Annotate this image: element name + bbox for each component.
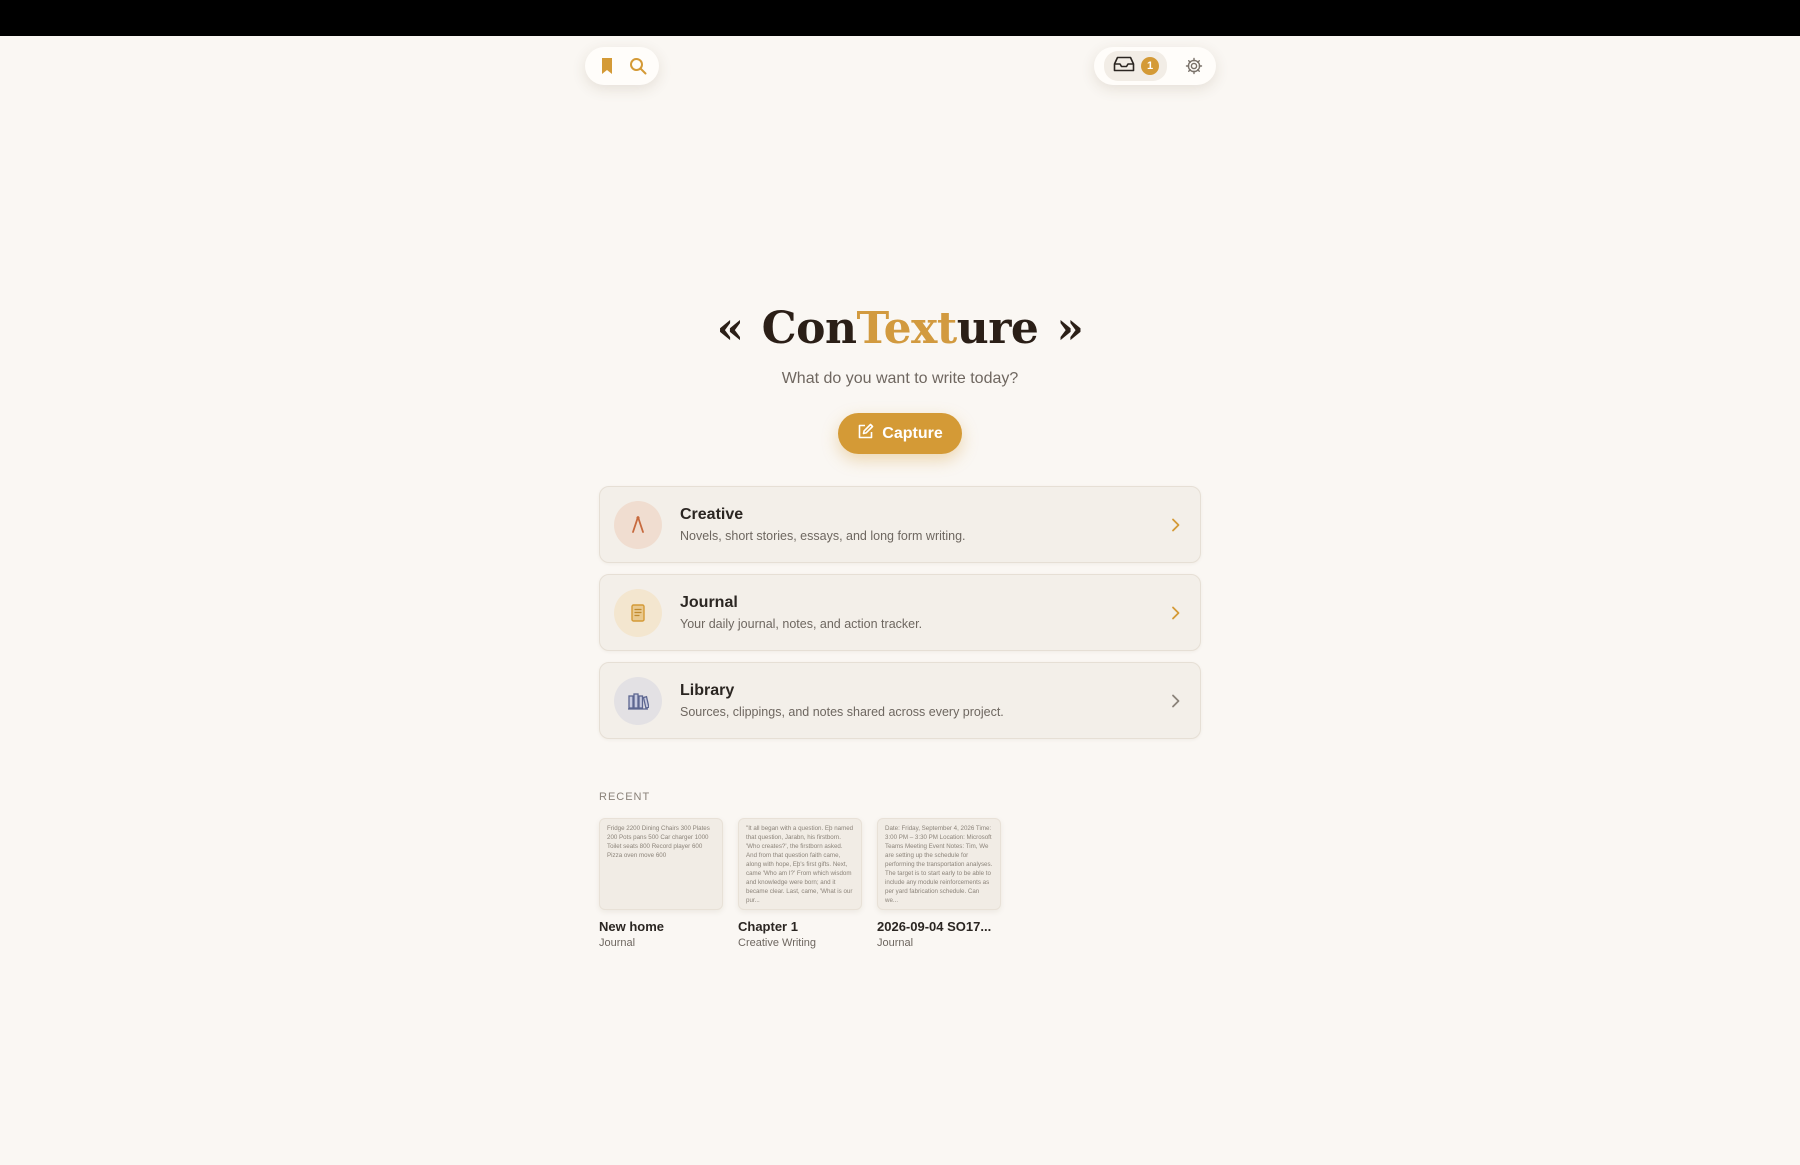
recent-category: Journal	[877, 937, 914, 949]
gear-icon[interactable]	[1181, 52, 1206, 80]
recent-item[interactable]: Fridge 2200 Dining Chairs 300 Plates 200…	[599, 818, 723, 949]
notification-badge: 1	[1141, 57, 1159, 75]
title-part-con: Con	[761, 303, 857, 354]
recent-category: Journal	[599, 937, 636, 949]
quote-right: »	[1056, 303, 1084, 354]
app-title: « ConTexture »	[0, 303, 1800, 354]
section-description: Novels, short stories, essays, and long …	[680, 529, 966, 543]
recent-preview: "It all began with a question. Eþ named …	[738, 818, 862, 910]
title-part-ure: ure	[956, 303, 1039, 354]
recent-title: New home	[599, 919, 665, 934]
recent-title: Chapter 1	[738, 919, 798, 934]
recent-item[interactable]: Date: Friday, September 4, 2026 Time: 3:…	[877, 818, 1001, 949]
recent-category: Creative Writing	[738, 937, 817, 949]
quote-left: «	[716, 303, 745, 354]
section-card-journal[interactable]: Journal Your daily journal, notes, and a…	[599, 574, 1201, 651]
recent-item[interactable]: "It all began with a question. Eþ named …	[738, 818, 862, 949]
section-title: Creative	[680, 506, 744, 523]
notebook-icon	[614, 588, 662, 637]
header-left-controls	[585, 47, 659, 85]
capture-button[interactable]: Capture	[838, 413, 962, 454]
section-title: Journal	[680, 594, 738, 611]
inbox-icon	[1113, 56, 1135, 77]
section-description: Sources, clippings, and notes shared acr…	[680, 705, 1004, 719]
edit-icon	[857, 423, 874, 445]
chevron-right-icon	[1166, 518, 1186, 532]
title-part-text: Text	[856, 303, 957, 354]
bookmark-icon[interactable]	[593, 52, 621, 80]
capture-label: Capture	[882, 424, 943, 442]
section-card-creative[interactable]: Creative Novels, short stories, essays, …	[599, 486, 1201, 563]
search-icon[interactable]	[624, 52, 652, 80]
inbox-button[interactable]: 1	[1104, 51, 1167, 81]
recent-preview: Date: Friday, September 4, 2026 Time: 3:…	[877, 818, 1001, 910]
section-list: Creative Novels, short stories, essays, …	[599, 486, 1201, 750]
recent-preview: Fridge 2200 Dining Chairs 300 Plates 200…	[599, 818, 723, 910]
section-card-library[interactable]: Library Sources, clippings, and notes sh…	[599, 662, 1201, 739]
chevron-right-icon	[1166, 694, 1186, 708]
chevron-right-icon	[1166, 606, 1186, 620]
recent-title: 2026-09-04 SO17...	[877, 919, 992, 934]
section-description: Your daily journal, notes, and action tr…	[680, 617, 923, 631]
section-title: Library	[680, 682, 735, 699]
recent-list: Fridge 2200 Dining Chairs 300 Plates 200…	[599, 818, 1001, 949]
system-top-bar	[0, 0, 1800, 36]
pen-nib-icon	[614, 500, 662, 549]
recent-heading: RECENT	[599, 791, 651, 803]
header-right-controls: 1	[1094, 47, 1216, 85]
books-icon	[614, 676, 662, 725]
tagline: What do you want to write today?	[781, 370, 1019, 387]
